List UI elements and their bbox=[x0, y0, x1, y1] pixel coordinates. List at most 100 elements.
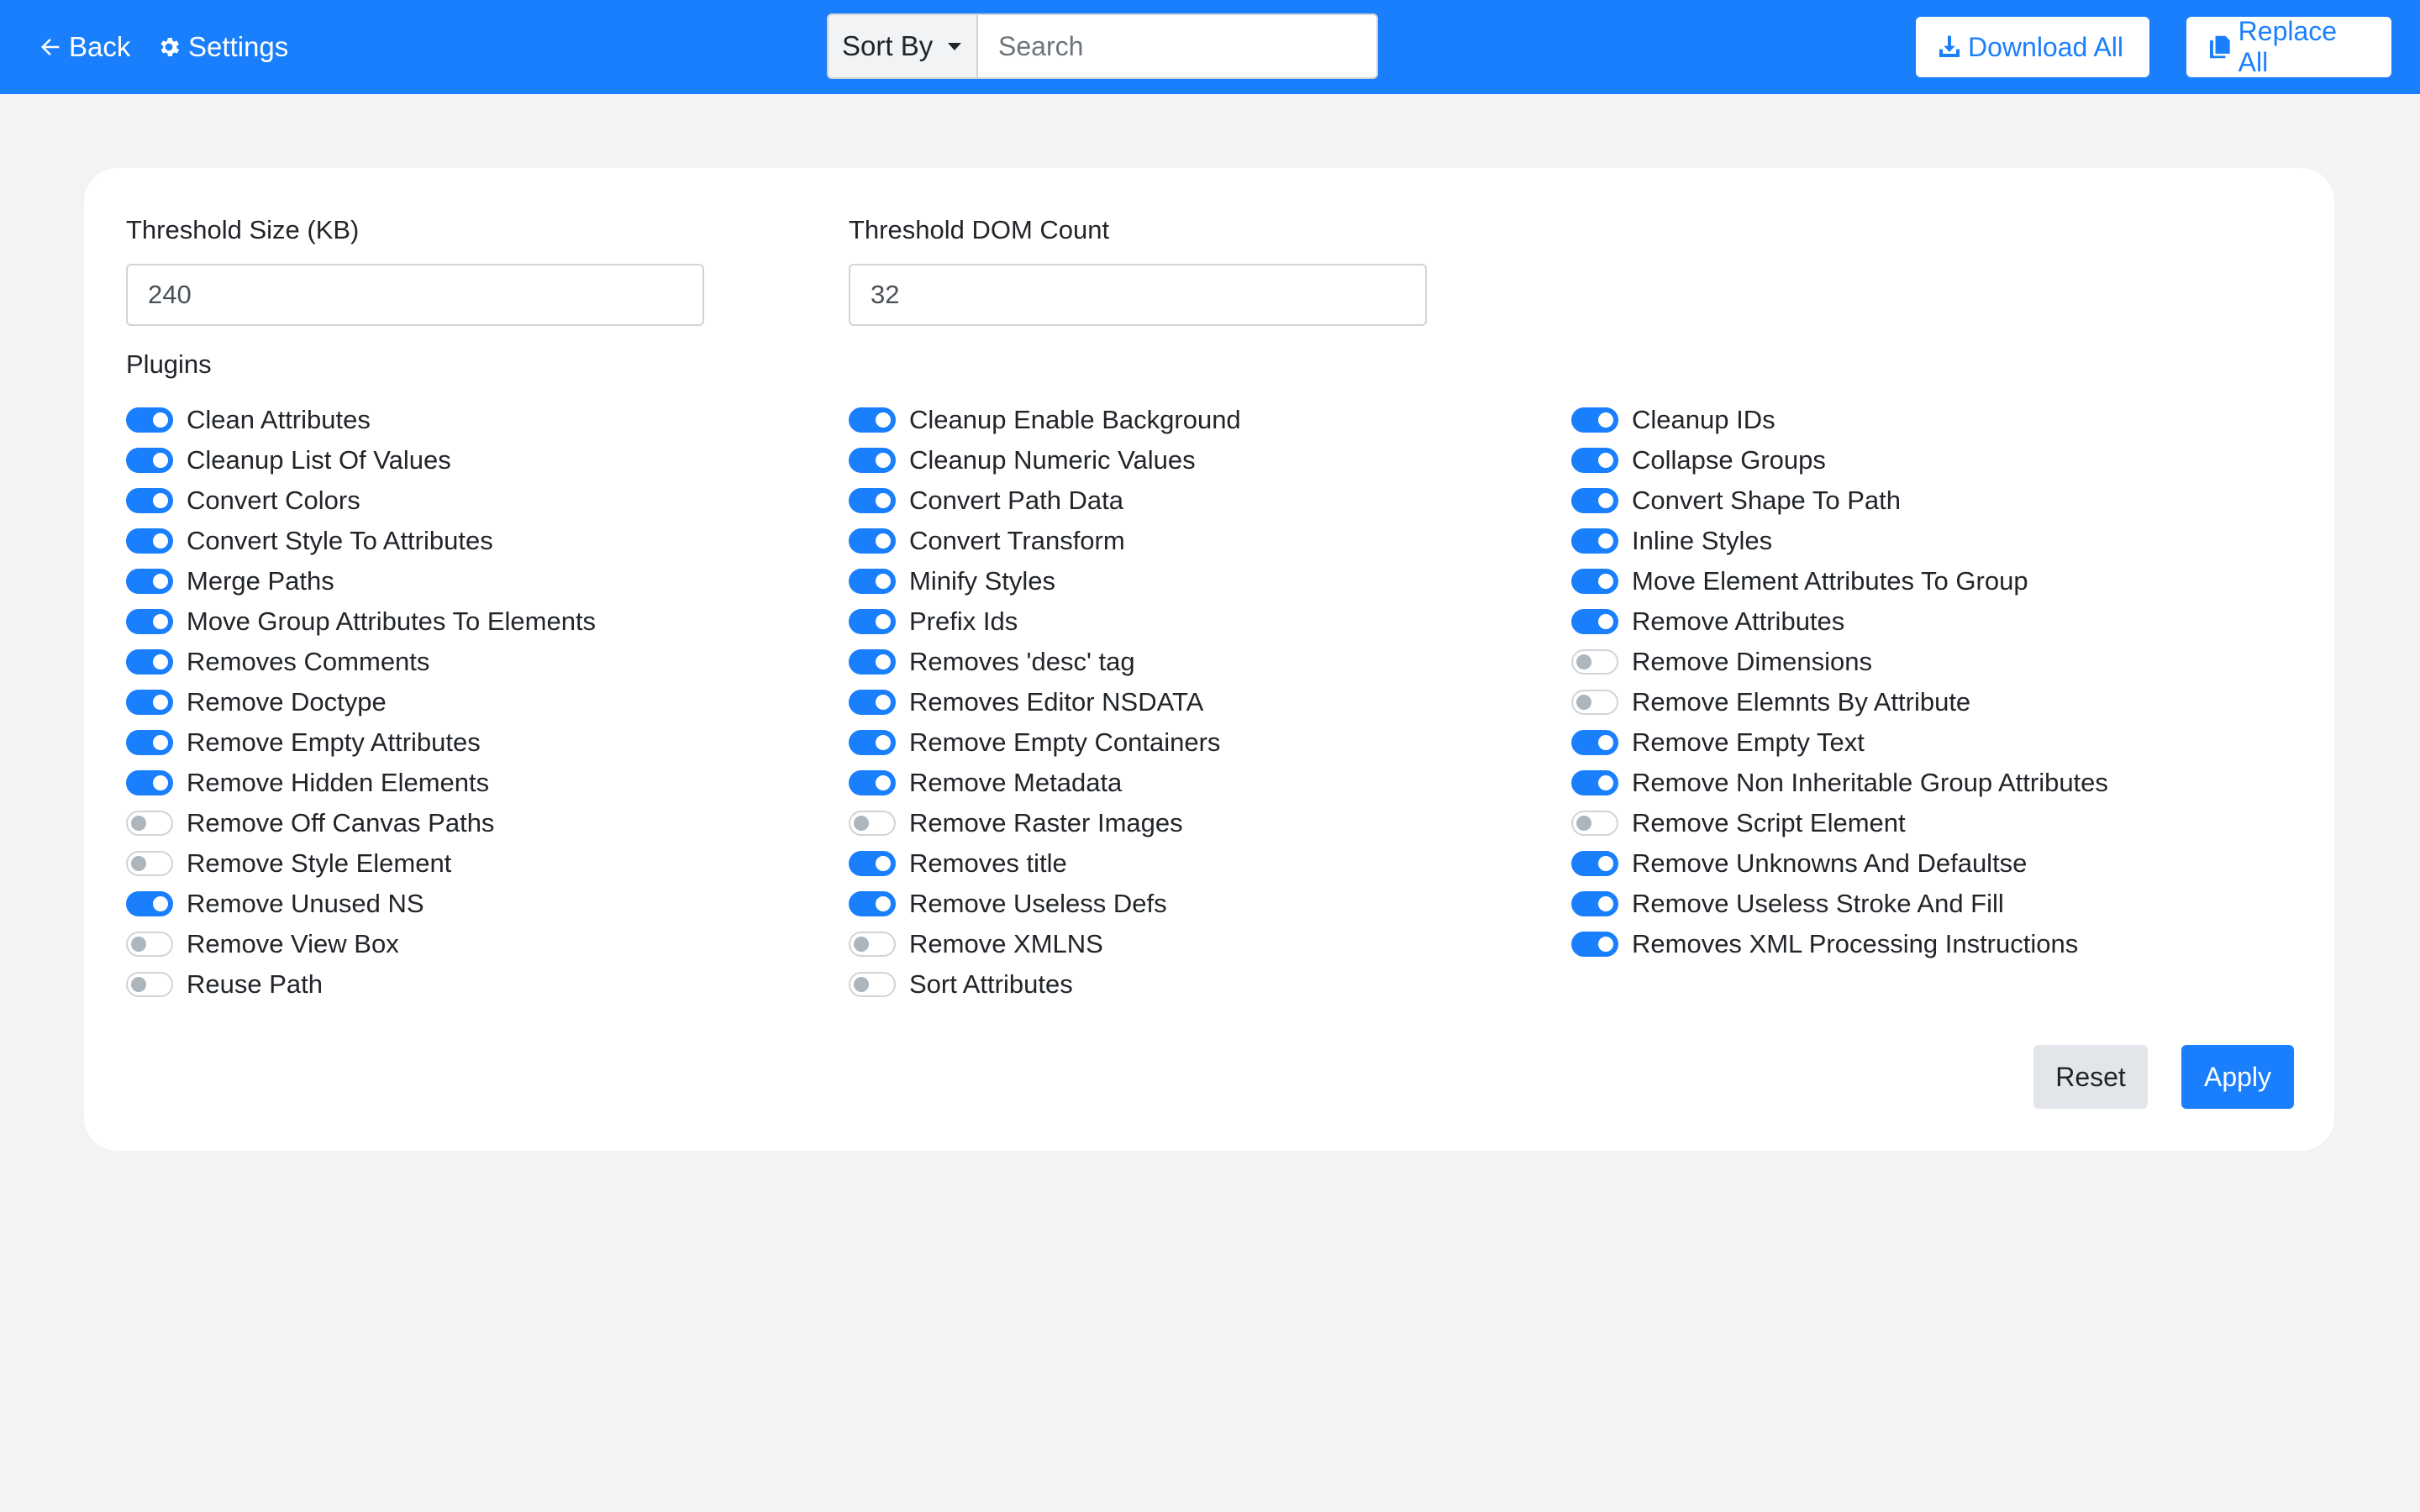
toggle-switch[interactable] bbox=[1571, 609, 1618, 634]
back-link[interactable]: Back bbox=[37, 0, 130, 94]
plugin-toggle-row[interactable]: Remove Elemnts By Attribute bbox=[1571, 682, 2108, 722]
toggle-switch[interactable] bbox=[849, 488, 896, 513]
plugin-toggle-row[interactable]: Remove Unused NS bbox=[126, 884, 596, 924]
toggle-switch[interactable] bbox=[849, 730, 896, 755]
replace-all-button[interactable]: Replace All bbox=[2186, 16, 2391, 77]
toggle-switch[interactable] bbox=[849, 569, 896, 594]
threshold-size-input[interactable] bbox=[126, 264, 704, 326]
toggle-switch[interactable] bbox=[126, 851, 173, 876]
toggle-switch[interactable] bbox=[126, 649, 173, 675]
toggle-switch[interactable] bbox=[1571, 770, 1618, 795]
toggle-switch[interactable] bbox=[1571, 891, 1618, 916]
toggle-switch[interactable] bbox=[126, 811, 173, 836]
toggle-switch[interactable] bbox=[1571, 569, 1618, 594]
plugin-toggle-row[interactable]: Remove View Box bbox=[126, 924, 596, 964]
apply-button[interactable]: Apply bbox=[2181, 1045, 2294, 1109]
plugin-toggle-row[interactable]: Remove Empty Attributes bbox=[126, 722, 596, 763]
toggle-switch[interactable] bbox=[126, 972, 173, 997]
toggle-switch[interactable] bbox=[849, 972, 896, 997]
toggle-switch[interactable] bbox=[849, 770, 896, 795]
toggle-switch[interactable] bbox=[849, 528, 896, 554]
threshold-dom-input[interactable] bbox=[849, 264, 1427, 326]
sort-by-dropdown[interactable]: Sort By bbox=[829, 15, 978, 77]
plugin-toggle-row[interactable]: Collapse Groups bbox=[1571, 440, 2108, 480]
toggle-switch[interactable] bbox=[1571, 690, 1618, 715]
plugin-toggle-row[interactable]: Removes Editor NSDATA bbox=[849, 682, 1241, 722]
toggle-switch[interactable] bbox=[126, 448, 173, 473]
toggle-switch[interactable] bbox=[849, 407, 896, 433]
plugin-toggle-row[interactable]: Prefix Ids bbox=[849, 601, 1241, 642]
plugin-toggle-row[interactable]: Sort Attributes bbox=[849, 964, 1241, 1005]
plugin-toggle-row[interactable]: Cleanup List Of Values bbox=[126, 440, 596, 480]
toggle-switch[interactable] bbox=[849, 609, 896, 634]
toggle-switch[interactable] bbox=[1571, 488, 1618, 513]
reset-button[interactable]: Reset bbox=[2033, 1045, 2148, 1109]
plugin-toggle-row[interactable]: Inline Styles bbox=[1571, 521, 2108, 561]
toggle-switch[interactable] bbox=[126, 891, 173, 916]
plugin-toggle-row[interactable]: Convert Transform bbox=[849, 521, 1241, 561]
plugin-toggle-row[interactable]: Remove Unknowns And Defaultse bbox=[1571, 843, 2108, 884]
plugin-toggle-row[interactable]: Remove XMLNS bbox=[849, 924, 1241, 964]
toggle-switch[interactable] bbox=[126, 730, 173, 755]
toggle-switch[interactable] bbox=[849, 932, 896, 957]
toggle-switch[interactable] bbox=[849, 690, 896, 715]
plugin-toggle-row[interactable]: Remove Useless Stroke And Fill bbox=[1571, 884, 2108, 924]
toggle-switch[interactable] bbox=[849, 649, 896, 675]
toggle-switch[interactable] bbox=[126, 932, 173, 957]
plugin-toggle-row[interactable]: Removes 'desc' tag bbox=[849, 642, 1241, 682]
toggle-switch[interactable] bbox=[1571, 730, 1618, 755]
search-input[interactable] bbox=[978, 15, 1376, 77]
toggle-switch[interactable] bbox=[1571, 528, 1618, 554]
plugin-toggle-row[interactable]: Remove Empty Containers bbox=[849, 722, 1241, 763]
toggle-switch[interactable] bbox=[126, 528, 173, 554]
plugin-toggle-row[interactable]: Remove Metadata bbox=[849, 763, 1241, 803]
plugin-toggle-row[interactable]: Cleanup IDs bbox=[1571, 400, 2108, 440]
plugin-toggle-row[interactable]: Remove Non Inheritable Group Attributes bbox=[1571, 763, 2108, 803]
plugin-label: Inline Styles bbox=[1632, 526, 1773, 555]
settings-link[interactable]: Settings bbox=[156, 0, 288, 94]
plugin-toggle-row[interactable]: Merge Paths bbox=[126, 561, 596, 601]
toggle-switch[interactable] bbox=[1571, 649, 1618, 675]
plugin-toggle-row[interactable]: Cleanup Enable Background bbox=[849, 400, 1241, 440]
plugin-toggle-row[interactable]: Convert Colors bbox=[126, 480, 596, 521]
toggle-switch[interactable] bbox=[1571, 448, 1618, 473]
plugin-toggle-row[interactable]: Cleanup Numeric Values bbox=[849, 440, 1241, 480]
plugin-toggle-row[interactable]: Convert Path Data bbox=[849, 480, 1241, 521]
toggle-switch[interactable] bbox=[126, 770, 173, 795]
plugin-toggle-row[interactable]: Removes title bbox=[849, 843, 1241, 884]
toggle-switch[interactable] bbox=[126, 569, 173, 594]
plugin-toggle-row[interactable]: Remove Raster Images bbox=[849, 803, 1241, 843]
toggle-switch[interactable] bbox=[849, 811, 896, 836]
plugin-toggle-row[interactable]: Move Group Attributes To Elements bbox=[126, 601, 596, 642]
toggle-switch[interactable] bbox=[1571, 811, 1618, 836]
plugin-toggle-row[interactable]: Convert Style To Attributes bbox=[126, 521, 596, 561]
plugin-toggle-row[interactable]: Minify Styles bbox=[849, 561, 1241, 601]
toggle-switch[interactable] bbox=[849, 891, 896, 916]
plugin-toggle-row[interactable]: Reuse Path bbox=[126, 964, 596, 1005]
plugin-toggle-row[interactable]: Remove Hidden Elements bbox=[126, 763, 596, 803]
plugin-toggle-row[interactable]: Move Element Attributes To Group bbox=[1571, 561, 2108, 601]
plugin-label: Cleanup Numeric Values bbox=[909, 445, 1196, 475]
plugin-toggle-row[interactable]: Removes XML Processing Instructions bbox=[1571, 924, 2108, 964]
plugin-toggle-row[interactable]: Clean Attributes bbox=[126, 400, 596, 440]
plugin-toggle-row[interactable]: Remove Empty Text bbox=[1571, 722, 2108, 763]
toggle-switch[interactable] bbox=[126, 609, 173, 634]
plugin-toggle-row[interactable]: Remove Style Element bbox=[126, 843, 596, 884]
toggle-switch[interactable] bbox=[1571, 407, 1618, 433]
toggle-switch[interactable] bbox=[1571, 851, 1618, 876]
toggle-switch[interactable] bbox=[849, 851, 896, 876]
plugin-toggle-row[interactable]: Remove Doctype bbox=[126, 682, 596, 722]
download-all-button[interactable]: Download All bbox=[1916, 17, 2149, 77]
plugin-toggle-row[interactable]: Removes Comments bbox=[126, 642, 596, 682]
plugin-toggle-row[interactable]: Remove Dimensions bbox=[1571, 642, 2108, 682]
toggle-switch[interactable] bbox=[126, 407, 173, 433]
toggle-switch[interactable] bbox=[126, 690, 173, 715]
plugin-toggle-row[interactable]: Remove Off Canvas Paths bbox=[126, 803, 596, 843]
toggle-switch[interactable] bbox=[1571, 932, 1618, 957]
plugin-toggle-row[interactable]: Convert Shape To Path bbox=[1571, 480, 2108, 521]
plugin-toggle-row[interactable]: Remove Attributes bbox=[1571, 601, 2108, 642]
toggle-switch[interactable] bbox=[126, 488, 173, 513]
toggle-switch[interactable] bbox=[849, 448, 896, 473]
plugin-toggle-row[interactable]: Remove Script Element bbox=[1571, 803, 2108, 843]
plugin-toggle-row[interactable]: Remove Useless Defs bbox=[849, 884, 1241, 924]
